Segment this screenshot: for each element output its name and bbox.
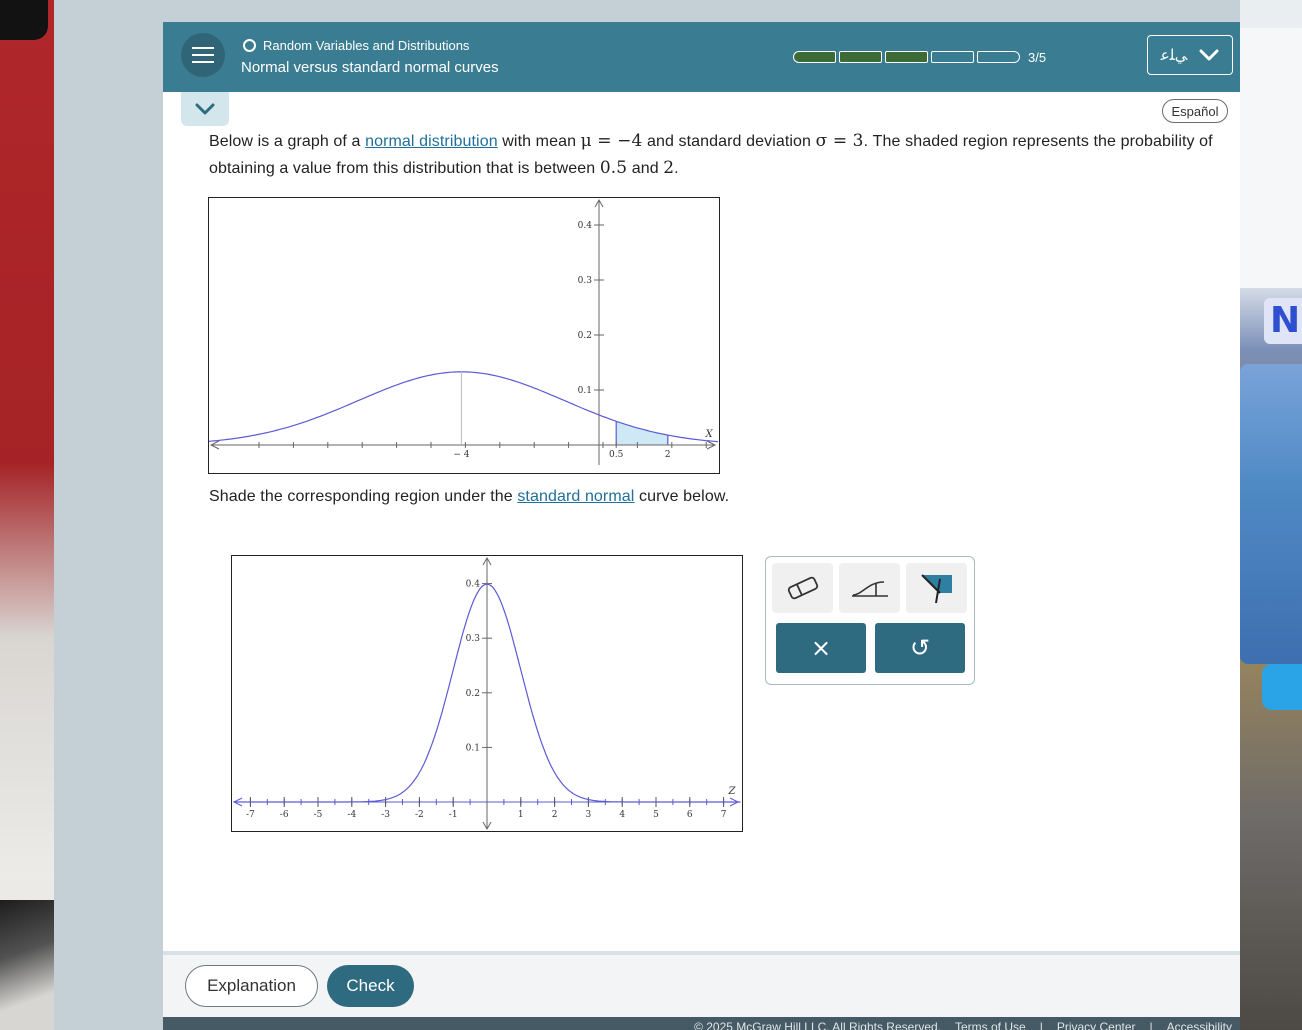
x-tick-label: -2 bbox=[415, 810, 424, 820]
terms-link[interactable]: Terms of Use bbox=[955, 1017, 1026, 1030]
circle-icon bbox=[243, 39, 256, 52]
footer: Explanation Check bbox=[163, 955, 1240, 1017]
x-tick-label: 3 bbox=[586, 810, 592, 820]
collapse-toggle[interactable] bbox=[181, 92, 229, 126]
z-axis-label: Z bbox=[728, 786, 737, 797]
chevron-down-icon bbox=[1199, 49, 1219, 61]
normal-distribution-graph: 0.1 0.2 0.3 0.4 − 4 0.5 2 X bbox=[208, 197, 720, 474]
chevron-down-icon bbox=[195, 103, 215, 115]
progress-bar bbox=[793, 51, 1020, 63]
normal-distribution-link[interactable]: normal distribution bbox=[365, 133, 498, 150]
app-icon-game bbox=[1262, 664, 1302, 710]
problem-statement: Below is a graph of a normal distributio… bbox=[209, 131, 1213, 178]
background-dark-corner bbox=[0, 0, 48, 40]
accessibility-link[interactable]: Accessibility bbox=[1167, 1017, 1232, 1030]
background-game-thumbnail bbox=[1240, 364, 1302, 664]
eraser-tool[interactable] bbox=[772, 563, 833, 613]
shade-left-icon bbox=[851, 581, 888, 597]
lower-bound: 0.5 bbox=[599, 158, 628, 178]
language-button[interactable]: Español bbox=[1162, 99, 1228, 123]
progress-segment bbox=[885, 51, 928, 63]
topic-label: Random Variables and Distributions bbox=[243, 38, 469, 53]
x-tick-label: 5 bbox=[653, 810, 659, 820]
explanation-button[interactable]: Explanation bbox=[185, 965, 318, 1007]
background-left-bottom bbox=[0, 900, 54, 1030]
y-tick-label: 0.3 bbox=[466, 634, 481, 644]
background-top bbox=[54, 0, 1240, 22]
progress-segment bbox=[839, 51, 882, 63]
sd-expression: σ = 3 bbox=[815, 131, 864, 151]
x-tick-label: − 4 bbox=[453, 450, 469, 460]
topic-text: Random Variables and Distributions bbox=[263, 38, 470, 53]
x-tick-label: -1 bbox=[449, 810, 458, 820]
upper-bound: 2 bbox=[663, 158, 675, 178]
x-tick-label: 0.5 bbox=[609, 450, 624, 460]
check-button[interactable]: Check bbox=[327, 965, 414, 1007]
main-panel: Random Variables and Distributions Norma… bbox=[163, 22, 1240, 1030]
y-tick-label: 0.4 bbox=[578, 221, 593, 231]
page-title: Normal versus standard normal curves bbox=[241, 59, 499, 76]
x-tick-label: -4 bbox=[347, 810, 356, 820]
x-tick-label: -3 bbox=[381, 810, 390, 820]
standard-normal-link[interactable]: standard normal bbox=[517, 488, 634, 505]
y-tick-label: 0.3 bbox=[578, 276, 593, 286]
privacy-link[interactable]: Privacy Center bbox=[1057, 1017, 1136, 1030]
undo-button[interactable]: ↺ bbox=[875, 623, 965, 673]
normal-graph-svg: 0.1 0.2 0.3 0.4 − 4 0.5 2 X bbox=[209, 198, 718, 465]
footer-separator: | bbox=[1039, 1020, 1043, 1030]
background-window-thumbnail bbox=[1240, 28, 1302, 288]
app-icon-n: N bbox=[1264, 298, 1302, 344]
y-tick-label: 0.1 bbox=[578, 386, 592, 396]
copyright-text: © 2025 McGraw Hill LLC. All Rights Reser… bbox=[694, 1020, 941, 1030]
eraser-icon bbox=[787, 576, 818, 600]
legal-footer: © 2025 McGraw Hill LLC. All Rights Reser… bbox=[163, 1017, 1240, 1030]
user-menu-button[interactable]: ﻲﻠﻋ bbox=[1147, 35, 1233, 75]
standard-graph-svg[interactable]: -7 -6 -5 -4 -3 -2 -1 1 2 3 4 5 6 7 0.1 0.2 0.3 0.4 Z bbox=[232, 556, 741, 830]
progress-segment bbox=[977, 51, 1020, 63]
x-tick-label: 7 bbox=[721, 810, 727, 820]
x-tick-label: 4 bbox=[619, 810, 625, 820]
y-tick-label: 0.2 bbox=[466, 689, 480, 699]
user-name: ﻲﻠﻋ bbox=[1160, 46, 1188, 64]
shade-region-tool[interactable] bbox=[906, 563, 967, 613]
progress-segment bbox=[931, 51, 974, 63]
y-tick-label: 0.4 bbox=[466, 580, 481, 590]
clear-button[interactable]: × bbox=[776, 623, 866, 673]
footer-separator: | bbox=[1149, 1020, 1153, 1030]
hamburger-icon bbox=[192, 47, 214, 49]
standard-normal-graph[interactable]: -7 -6 -5 -4 -3 -2 -1 1 2 3 4 5 6 7 0.1 0.2 0.3 0.4 Z bbox=[231, 555, 743, 832]
x-tick-label: 1 bbox=[518, 810, 524, 820]
header-bar: Random Variables and Distributions Norma… bbox=[163, 22, 1240, 92]
progress-segment bbox=[793, 51, 836, 63]
shade-region-icon bbox=[920, 574, 952, 604]
background-left bbox=[0, 0, 54, 1030]
x-tick-label: -7 bbox=[246, 810, 255, 820]
shade-left-tool[interactable] bbox=[839, 563, 900, 613]
x-tick-label: -6 bbox=[280, 810, 289, 820]
x-axis-label: X bbox=[704, 429, 713, 440]
x-tick-label: 2 bbox=[665, 450, 671, 460]
shading-toolbox: × ↺ bbox=[765, 556, 975, 685]
y-tick-label: 0.2 bbox=[578, 331, 592, 341]
x-tick-label: -5 bbox=[314, 810, 323, 820]
mean-expression: μ = −4 bbox=[580, 131, 643, 151]
shade-instruction: Shade the corresponding region under the… bbox=[209, 488, 730, 505]
x-tick-label: 2 bbox=[552, 810, 558, 820]
progress-count: 3/5 bbox=[1028, 50, 1047, 65]
y-tick-label: 0.1 bbox=[466, 743, 480, 753]
menu-button[interactable] bbox=[181, 33, 225, 77]
x-tick-label: 6 bbox=[687, 810, 693, 820]
